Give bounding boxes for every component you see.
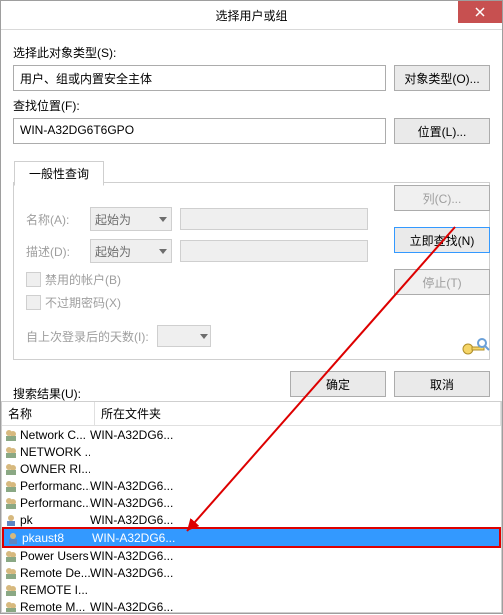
name-mode-select: 起始为 (90, 207, 172, 231)
find-now-button[interactable]: 立即查找(N) (394, 227, 490, 253)
name-label: 名称(A): (26, 211, 82, 228)
close-button[interactable] (458, 1, 502, 23)
col-header-name[interactable]: 名称 (2, 402, 95, 425)
list-item[interactable]: pkWIN-A32DG6... (2, 511, 501, 528)
stop-button: 停止(T) (394, 269, 490, 295)
group-icon (4, 566, 18, 580)
list-item[interactable]: REMOTE I... (2, 581, 501, 598)
user-icon (4, 513, 18, 527)
group-icon (4, 428, 18, 442)
list-item[interactable]: Remote M...WIN-A32DG6... (2, 598, 501, 613)
object-type-label: 选择此对象类型(S): (13, 44, 490, 61)
titlebar[interactable]: 选择用户或组 (1, 1, 502, 30)
user-icon (6, 531, 20, 545)
list-item[interactable]: Performanc...WIN-A32DG6... (2, 477, 501, 494)
tab-common-queries[interactable]: 一般性查询 (14, 161, 104, 186)
group-icon (4, 479, 18, 493)
days-since-logon-select (157, 325, 211, 347)
object-types-button[interactable]: 对象类型(O)... (394, 65, 490, 91)
columns-button: 列(C)... (394, 185, 490, 211)
list-item[interactable]: Performanc...WIN-A32DG6... (2, 494, 501, 511)
list-item[interactable]: NETWORK ... (2, 443, 501, 460)
locations-button[interactable]: 位置(L)... (394, 118, 490, 144)
list-item[interactable]: pkaust8WIN-A32DG6... (2, 527, 501, 548)
group-icon (4, 549, 18, 563)
group-icon (4, 462, 18, 476)
col-header-folder[interactable]: 所在文件夹 (95, 402, 501, 425)
checkbox-icon (26, 272, 41, 287)
group-icon (4, 496, 18, 510)
desc-label: 描述(D): (26, 243, 82, 260)
chevron-down-icon (159, 249, 167, 254)
days-since-logon-label: 自上次登录后的天数(I): (26, 328, 149, 345)
group-icon (4, 583, 18, 597)
key-search-icon (460, 337, 490, 357)
location-field: WIN-A32DG6T6GPO (13, 118, 386, 144)
ok-button[interactable]: 确定 (290, 371, 386, 397)
close-icon (475, 7, 485, 17)
group-icon (4, 445, 18, 459)
group-icon (4, 600, 18, 614)
chevron-down-icon (159, 217, 167, 222)
search-results-label: 搜索结果(U): (13, 385, 81, 402)
list-item[interactable]: Remote De...WIN-A32DG6... (2, 564, 501, 581)
desc-mode-select: 起始为 (90, 239, 172, 263)
window-title: 选择用户或组 (215, 7, 287, 24)
list-item[interactable]: Power UsersWIN-A32DG6... (2, 547, 501, 564)
checkbox-icon (26, 295, 41, 310)
name-filter-input (180, 208, 368, 230)
list-item[interactable]: OWNER RI... (2, 460, 501, 477)
location-label: 查找位置(F): (13, 97, 490, 114)
chevron-down-icon (200, 334, 208, 339)
object-type-field: 用户、组或内置安全主体 (13, 65, 386, 91)
results-list[interactable]: 名称 所在文件夹 Network C...WIN-A32DG6...NETWOR… (1, 401, 502, 613)
list-item[interactable]: Network C...WIN-A32DG6... (2, 426, 501, 443)
cancel-button[interactable]: 取消 (394, 371, 490, 397)
desc-filter-input (180, 240, 368, 262)
